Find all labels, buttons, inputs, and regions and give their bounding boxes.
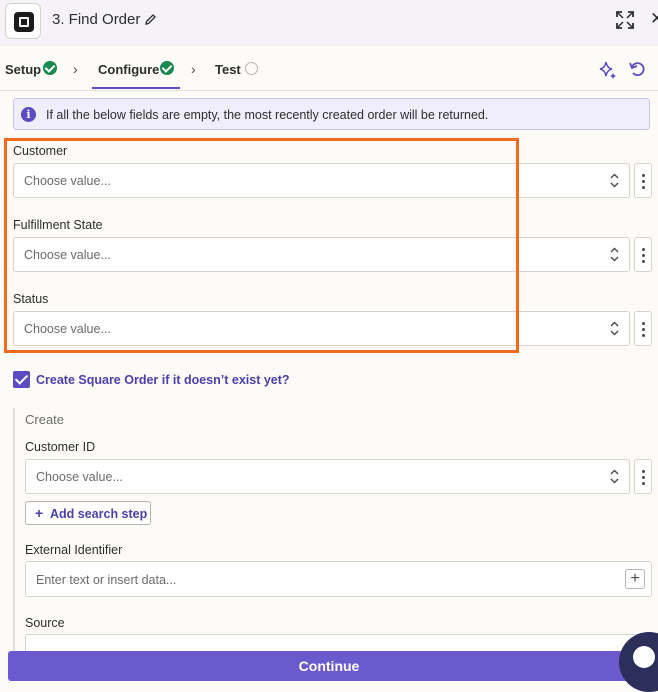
tab-setup[interactable]: Setup (5, 61, 57, 77)
create-order-checkbox-label[interactable]: Create Square Order if it doesn’t exist … (36, 373, 290, 387)
create-order-checkbox[interactable] (13, 371, 30, 388)
section-divider-line (13, 408, 15, 667)
tab-label: Test (215, 62, 241, 77)
select-placeholder: Choose value... (36, 470, 123, 484)
info-icon: i (21, 107, 36, 122)
close-icon[interactable]: ✕ (650, 9, 658, 29)
chevron-updown-icon (610, 247, 619, 262)
add-search-step-button[interactable]: + Add search step (25, 501, 151, 525)
square-icon (14, 12, 34, 32)
sparkle-icon[interactable] (598, 60, 618, 80)
external-identifier-label: External Identifier (25, 543, 123, 557)
tab-label: Configure (98, 62, 160, 77)
step-tabs: Setup › Configure › Test (0, 46, 658, 91)
external-identifier-input[interactable]: Enter text or insert data... + (25, 561, 652, 597)
check-circle-icon (160, 61, 174, 75)
check-circle-icon (43, 61, 57, 75)
pending-circle-icon (245, 62, 258, 75)
chevron-updown-icon (610, 469, 619, 484)
info-banner: i If all the below fields are empty, the… (13, 98, 650, 130)
pencil-icon[interactable] (144, 13, 157, 26)
chevron-right-icon: › (191, 61, 196, 77)
tab-configure[interactable]: Configure (98, 61, 174, 77)
insert-data-plus-icon[interactable]: + (625, 569, 645, 589)
add-search-step-label: Add search step (50, 507, 148, 521)
field-options-button[interactable] (634, 237, 652, 272)
active-tab-indicator (92, 87, 180, 89)
customer-id-label: Customer ID (25, 440, 96, 454)
continue-button[interactable]: Continue (8, 651, 650, 681)
annotation-highlight-box (4, 138, 519, 353)
tab-test[interactable]: Test (215, 62, 241, 77)
step-title[interactable]: 3. Find Order (52, 11, 140, 28)
input-placeholder: Enter text or insert data... (36, 573, 177, 587)
step-header: 3. Find Order ✕ (0, 0, 658, 46)
square-app-logo (5, 3, 41, 39)
field-options-button[interactable] (634, 311, 652, 346)
chevron-updown-icon (610, 321, 619, 336)
chevron-updown-icon (610, 173, 619, 188)
expand-icon[interactable] (616, 11, 634, 29)
chevron-right-icon: › (73, 61, 78, 77)
source-label: Source (25, 616, 65, 630)
create-section-title: Create (25, 412, 65, 427)
field-options-button[interactable] (634, 459, 652, 494)
plus-icon: + (35, 505, 44, 521)
info-text: If all the below fields are empty, the m… (46, 108, 489, 122)
undo-icon[interactable] (628, 60, 646, 78)
tab-label: Setup (5, 62, 42, 77)
customer-id-select[interactable]: Choose value... (25, 459, 630, 494)
field-options-button[interactable] (634, 163, 652, 198)
